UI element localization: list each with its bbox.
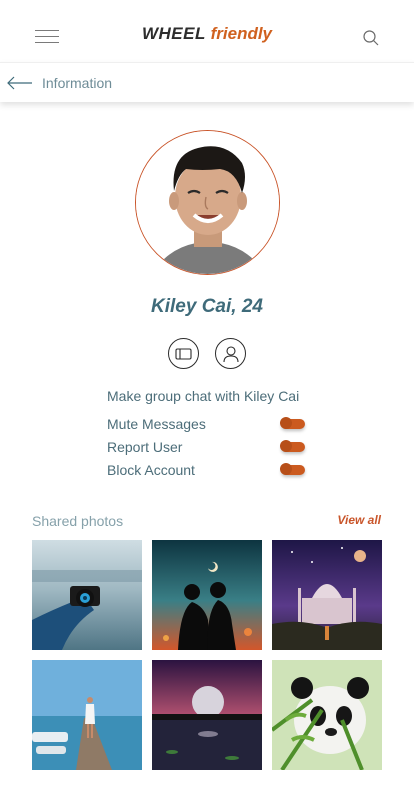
video-camera-icon (175, 347, 192, 360)
block-account-toggle[interactable] (280, 462, 305, 475)
view-all-link[interactable]: View all (337, 513, 381, 527)
logo-friendly-text: friendly (210, 24, 273, 43)
page-title: Information (42, 75, 113, 91)
video-call-button[interactable] (168, 338, 199, 369)
shared-photos-grid (32, 540, 382, 770)
block-account-row[interactable]: Block Account (107, 458, 317, 481)
mute-messages-label: Mute Messages (107, 415, 206, 432)
block-account-label: Block Account (107, 461, 195, 478)
shared-photo[interactable] (152, 540, 262, 650)
make-group-chat-link[interactable]: Make group chat with Kiley Cai (107, 388, 317, 412)
shared-photo[interactable] (152, 660, 262, 770)
user-icon (222, 345, 239, 362)
shared-photos-title: Shared photos (32, 513, 124, 529)
mute-messages-row[interactable]: Mute Messages (107, 412, 317, 435)
shared-photo[interactable] (272, 660, 382, 770)
report-user-toggle[interactable] (280, 439, 305, 452)
avatar (135, 130, 280, 275)
search-icon[interactable] (362, 29, 380, 47)
back-arrow-icon[interactable] (6, 75, 34, 91)
profile-name: Kiley Cai, 24 (151, 296, 263, 317)
logo-wheel-text: WHEEL (141, 24, 206, 43)
chat-settings-menu: Make group chat with Kiley Cai Mute Mess… (107, 388, 317, 481)
shared-photo[interactable] (32, 540, 142, 650)
top-bar: WHEEL friendly (0, 0, 414, 62)
app-logo: WHEEL friendly (0, 24, 414, 44)
shared-photo[interactable] (32, 660, 142, 770)
shared-photo[interactable] (272, 540, 382, 650)
report-user-row[interactable]: Report User (107, 435, 317, 458)
mute-messages-toggle[interactable] (280, 416, 305, 429)
view-profile-button[interactable] (215, 338, 246, 369)
information-bar: Information (0, 62, 414, 102)
report-user-label: Report User (107, 438, 183, 455)
